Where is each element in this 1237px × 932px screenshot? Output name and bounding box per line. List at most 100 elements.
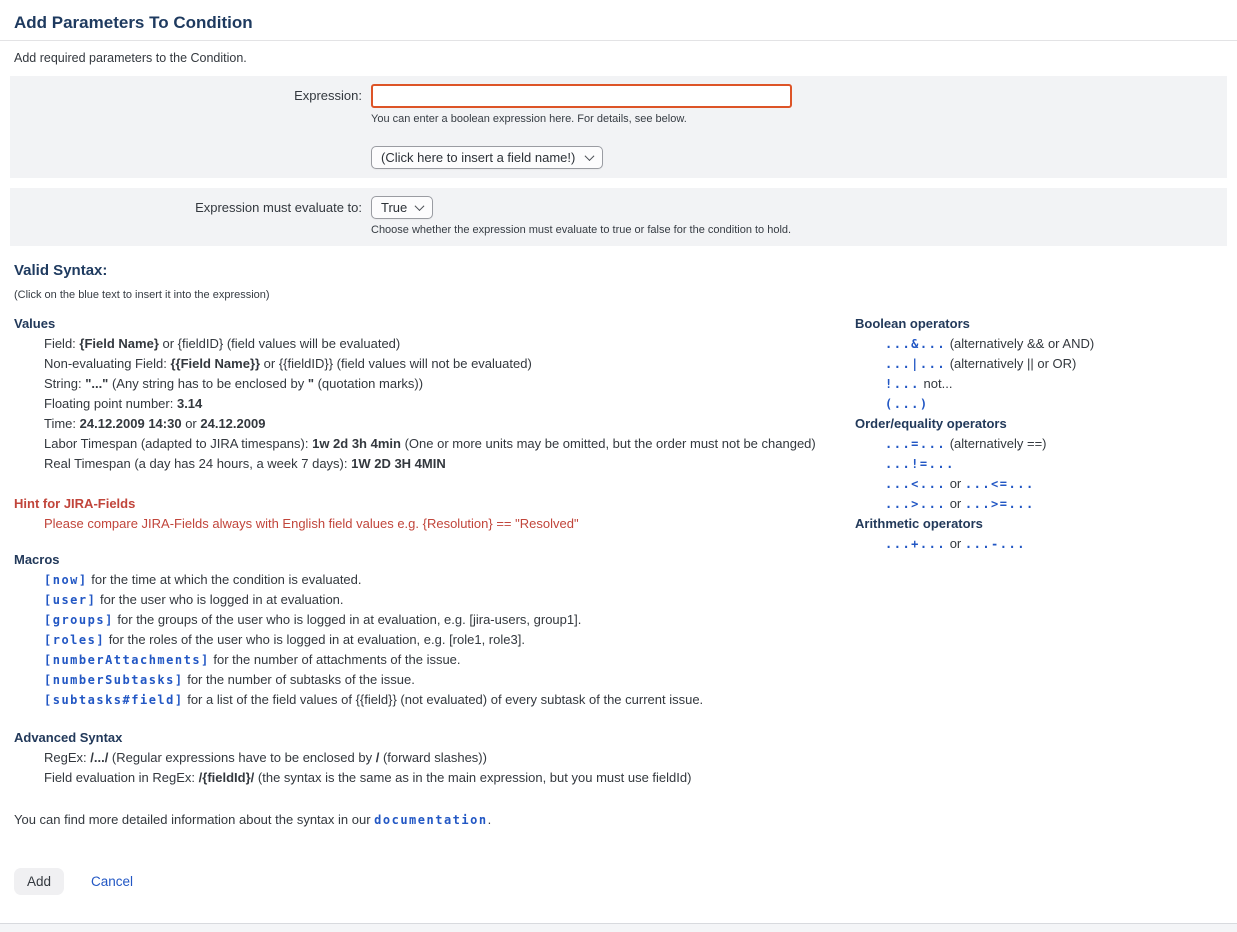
syntax-text: Field:: [44, 336, 79, 351]
macros-heading: Macros: [14, 550, 855, 570]
syntax-text: 1w 2d 3h 4min: [312, 436, 401, 451]
syntax-line: ...!=...: [885, 454, 1223, 474]
op-greater-equals[interactable]: ...>=...: [965, 497, 1035, 511]
jira-fields-hint-line: Please compare JIRA-Fields always with E…: [44, 514, 855, 534]
order-operators-list: ...=... (alternatively ==)...!=......<..…: [855, 434, 1223, 514]
evaluate-row: Expression must evaluate to: True Choose…: [10, 196, 1227, 237]
macro-roles[interactable]: [roles]: [44, 633, 105, 647]
syntax-text: 1W 2D 3H 4MIN: [351, 456, 446, 471]
op-parens[interactable]: (...): [885, 397, 929, 411]
syntax-line: [numberSubtasks] for the number of subta…: [44, 670, 855, 690]
syntax-text: (quotation marks)): [314, 376, 423, 391]
op-not[interactable]: !...: [885, 377, 920, 391]
syntax-text: Real Timespan (a day has 24 hours, a wee…: [44, 456, 351, 471]
expression-controls: You can enter a boolean expression here.…: [371, 84, 1227, 169]
syntax-text: (forward slashes)): [379, 750, 487, 765]
syntax-text: Non-evaluating Field:: [44, 356, 170, 371]
page-subtitle: Add required parameters to the Condition…: [0, 41, 1237, 65]
op-less-equals[interactable]: ...<=...: [965, 477, 1035, 491]
syntax-text: or: [946, 496, 965, 511]
op-plus[interactable]: ...+...: [885, 537, 946, 551]
field-name-select[interactable]: (Click here to insert a field name!): [371, 146, 603, 169]
evaluate-controls: True Choose whether the expression must …: [371, 196, 1227, 237]
syntax-right-column: Boolean operators ...&... (alternatively…: [855, 314, 1223, 830]
valid-syntax-section: Valid Syntax: (Click on the blue text to…: [0, 262, 1237, 830]
op-minus[interactable]: ...-...: [965, 537, 1026, 551]
syntax-columns: Values Field: {Field Name} or {fieldID} …: [14, 314, 1223, 830]
syntax-line: ...>... or ...>=...: [885, 494, 1223, 514]
syntax-text: for the groups of the user who is logged…: [114, 612, 582, 627]
syntax-line: ...<... or ...<=...: [885, 474, 1223, 494]
syntax-line: ...&... (alternatively && or AND): [885, 334, 1223, 354]
macro-groups[interactable]: [groups]: [44, 613, 114, 627]
expression-panel: Expression: You can enter a boolean expr…: [10, 76, 1227, 178]
syntax-text: (Regular expressions have to be enclosed…: [108, 750, 375, 765]
evaluate-hint: Choose whether the expression must evalu…: [371, 224, 1227, 237]
syntax-text: or {fieldID} (field values will be evalu…: [159, 336, 400, 351]
syntax-text: or {{fieldID}} (field values will not be…: [260, 356, 532, 371]
valid-syntax-heading: Valid Syntax:: [14, 262, 1223, 279]
page-header: Add Parameters To Condition: [0, 0, 1237, 41]
add-button[interactable]: Add: [14, 868, 64, 895]
syntax-line: !... not...: [885, 374, 1223, 394]
syntax-line: Real Timespan (a day has 24 hours, a wee…: [44, 454, 855, 474]
syntax-text: for the number of subtasks of the issue.: [184, 672, 415, 687]
chevron-down-icon: [415, 201, 425, 211]
syntax-text: {{Field Name}}: [170, 356, 260, 371]
documentation-link[interactable]: documentation: [374, 813, 487, 827]
syntax-text: You can find more detailed information a…: [14, 812, 374, 827]
macro-user[interactable]: [user]: [44, 593, 96, 607]
footer-bar: [0, 923, 1237, 932]
syntax-text: (Any string has to be enclosed by: [108, 376, 307, 391]
field-name-select-label: (Click here to insert a field name!): [381, 150, 575, 165]
page-title: Add Parameters To Condition: [14, 13, 1223, 33]
op-and[interactable]: ...&...: [885, 337, 946, 351]
syntax-text: (the syntax is the same as in the main e…: [254, 770, 691, 785]
syntax-text: String:: [44, 376, 85, 391]
macro-subtasks-field[interactable]: [subtasks#field]: [44, 693, 184, 707]
syntax-text: for a list of the field values of {{fiel…: [184, 692, 704, 707]
syntax-line: (...): [885, 394, 1223, 414]
macro-number-subtasks[interactable]: [numberSubtasks]: [44, 673, 184, 687]
syntax-line: Non-evaluating Field: {{Field Name}} or …: [44, 354, 855, 374]
syntax-line: ...|... (alternatively || or OR): [885, 354, 1223, 374]
syntax-text: (alternatively || or OR): [946, 356, 1076, 371]
syntax-text: for the time at which the condition is e…: [88, 572, 362, 587]
syntax-line: [now] for the time at which the conditio…: [44, 570, 855, 590]
syntax-line: [user] for the user who is logged in at …: [44, 590, 855, 610]
syntax-line: Field evaluation in RegEx: /{fieldId}/ (…: [44, 768, 855, 788]
boolean-operators-heading: Boolean operators: [855, 314, 1223, 334]
expression-input[interactable]: [371, 84, 792, 108]
syntax-line: ...+... or ...-...: [885, 534, 1223, 554]
form-actions: Add Cancel: [0, 868, 1237, 895]
macro-number-attachments[interactable]: [numberAttachments]: [44, 653, 210, 667]
syntax-text: 3.14: [177, 396, 202, 411]
macros-list: [now] for the time at which the conditio…: [14, 570, 855, 710]
arithmetic-operators-list: ...+... or ...-...: [855, 534, 1223, 554]
boolean-operators-list: ...&... (alternatively && or AND)...|...…: [855, 334, 1223, 414]
syntax-text: not...: [920, 376, 953, 391]
values-list: Field: {Field Name} or {fieldID} (field …: [14, 334, 855, 474]
syntax-text: or: [946, 476, 965, 491]
op-not-equals[interactable]: ...!=...: [885, 457, 955, 471]
add-parameters-page: Add Parameters To Condition Add required…: [0, 0, 1237, 895]
syntax-text: for the number of attachments of the iss…: [210, 652, 461, 667]
syntax-text: (alternatively && or AND): [946, 336, 1094, 351]
op-equals[interactable]: ...=...: [885, 437, 946, 451]
syntax-note: (Click on the blue text to insert it int…: [14, 289, 1223, 301]
op-or[interactable]: ...|...: [885, 357, 946, 371]
op-greater[interactable]: ...>...: [885, 497, 946, 511]
syntax-text: or: [182, 416, 201, 431]
evaluate-select-value: True: [381, 200, 407, 215]
syntax-text: for the roles of the user who is logged …: [105, 632, 525, 647]
cancel-link[interactable]: Cancel: [91, 874, 133, 889]
arithmetic-operators-heading: Arithmetic operators: [855, 514, 1223, 534]
op-less[interactable]: ...<...: [885, 477, 946, 491]
syntax-text: 24.12.2009: [200, 416, 265, 431]
macro-now[interactable]: [now]: [44, 573, 88, 587]
syntax-text: Labor Timespan (adapted to JIRA timespan…: [44, 436, 312, 451]
evaluate-label: Expression must evaluate to:: [10, 196, 371, 215]
evaluate-select[interactable]: True: [371, 196, 433, 219]
syntax-line: Floating point number: 3.14: [44, 394, 855, 414]
syntax-text: /.../: [90, 750, 108, 765]
